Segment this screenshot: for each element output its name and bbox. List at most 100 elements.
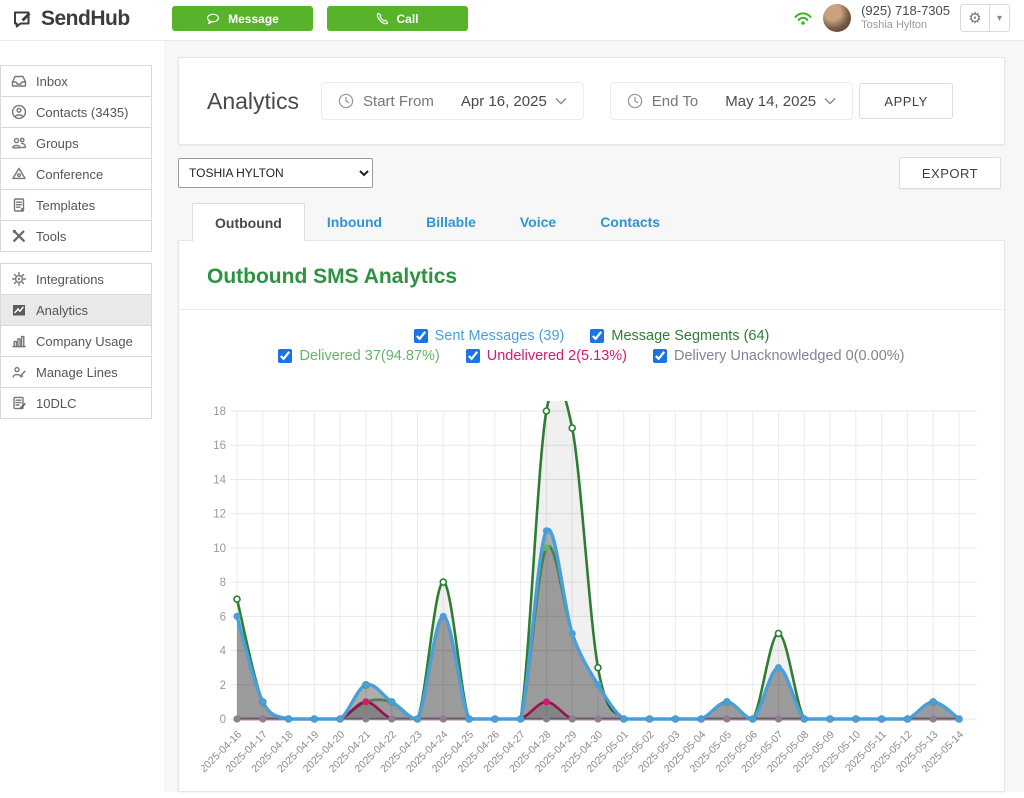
sidebar-item-analytics[interactable]: Analytics <box>0 294 152 326</box>
chat-bubble-icon <box>206 13 221 25</box>
company-usage-icon <box>11 333 27 349</box>
sidebar-item-label: Tools <box>36 229 66 244</box>
settings-split-button: ⚙ ▾ <box>960 4 1010 32</box>
sidebar-item-contacts-3435[interactable]: Contacts (3435) <box>0 96 152 128</box>
brand-name: SendHub <box>41 7 130 31</box>
user-avatar[interactable] <box>823 4 851 32</box>
sidebar-item-label: 10DLC <box>36 396 76 411</box>
chart-legend: Sent Messages (39) Message Segments (64) D… <box>179 328 1004 364</box>
tab-voice[interactable]: Voice <box>498 203 578 241</box>
sidebar-item-label: Conference <box>36 167 103 182</box>
sidebar-item-integrations[interactable]: Integrations <box>0 263 152 295</box>
export-button[interactable]: EXPORT <box>899 157 1001 189</box>
sidebar-item-10dlc[interactable]: 10DLC <box>0 387 152 419</box>
analytics-tabs: OutboundInboundBillableVoiceContacts <box>192 203 682 241</box>
chevron-down-icon <box>555 97 567 105</box>
y-axis-tick-label: 6 <box>220 611 226 623</box>
end-date-label: End To <box>652 93 698 110</box>
y-axis-tick-label: 10 <box>213 543 226 555</box>
account-phone-number: (925) 718-7305 <box>861 4 950 19</box>
tab-billable[interactable]: Billable <box>404 203 498 241</box>
y-axis-tick-label: 8 <box>220 577 226 589</box>
section-title: Outbound SMS Analytics <box>179 241 1004 309</box>
start-date-value[interactable]: Apr 16, 2025 <box>461 93 567 110</box>
start-date-label: Start From <box>363 93 434 110</box>
outbound-analytics-card: Outbound SMS Analytics Sent Messages (39… <box>178 240 1005 792</box>
account-user-name: Toshia Hylton <box>861 19 950 32</box>
integrations-icon <box>11 271 27 287</box>
sidebar: Inbox Contacts (3435) Groups Conference Temp… <box>0 66 152 431</box>
analytics-icon <box>11 302 27 318</box>
start-date-picker[interactable]: Start From Apr 16, 2025 <box>321 82 584 120</box>
legend-checkbox[interactable] <box>653 349 667 363</box>
legend-label: Delivered 37(94.87%) <box>299 348 439 364</box>
legend-label: Sent Messages (39) <box>435 328 565 344</box>
legend-label: Delivery Unacknowledged 0(0.00%) <box>674 348 905 364</box>
conference-icon <box>11 166 27 182</box>
message-button-label: Message <box>228 12 279 26</box>
chart-container: 0246810121416182025-04-162025-04-172025-… <box>201 401 991 798</box>
legend-label: Message Segments (64) <box>611 328 769 344</box>
templates-icon <box>11 197 27 213</box>
section-divider <box>179 309 1004 310</box>
wifi-signal-icon <box>793 10 813 26</box>
sendhub-logo-icon <box>12 8 34 30</box>
inbox-icon <box>11 73 27 89</box>
sidebar-item-label: Manage Lines <box>36 365 118 380</box>
sidebar-item-manage-lines[interactable]: Manage Lines <box>0 356 152 388</box>
sidebar-item-inbox[interactable]: Inbox <box>0 65 152 97</box>
legend-item-sent[interactable]: Sent Messages (39) <box>414 328 565 344</box>
y-axis-tick-label: 2 <box>220 680 226 692</box>
clock-icon <box>627 93 643 109</box>
end-date-value[interactable]: May 14, 2025 <box>725 93 836 110</box>
tab-inbound[interactable]: Inbound <box>305 203 404 241</box>
sidebar-item-label: Company Usage <box>36 334 133 349</box>
tab-outbound[interactable]: Outbound <box>192 203 305 242</box>
legend-checkbox[interactable] <box>466 349 480 363</box>
legend-item-delivery[interactable]: Delivery Unacknowledged 0(0.00%) <box>653 348 905 364</box>
sidebar-item-label: Groups <box>36 136 79 151</box>
message-button[interactable]: Message <box>172 6 313 31</box>
sidebar-item-groups[interactable]: Groups <box>0 127 152 159</box>
gear-icon[interactable]: ⚙ <box>961 5 989 31</box>
sidebar-item-label: Inbox <box>36 74 68 89</box>
groups-icon <box>11 135 27 151</box>
clock-icon <box>338 93 354 109</box>
legend-item-message[interactable]: Message Segments (64) <box>590 328 769 344</box>
sidebar-item-conference[interactable]: Conference <box>0 158 152 190</box>
chevron-down-icon <box>824 97 836 105</box>
legend-checkbox[interactable] <box>414 329 428 343</box>
tab-contacts[interactable]: Contacts <box>578 203 682 241</box>
legend-item-delivered[interactable]: Delivered 37(94.87%) <box>278 348 439 364</box>
sidebar-item-label: Analytics <box>36 303 88 318</box>
sendhub-logo[interactable]: SendHub <box>12 7 130 31</box>
legend-label: Undelivered 2(5.13%) <box>487 348 627 364</box>
end-date-picker[interactable]: End To May 14, 2025 <box>610 82 853 120</box>
call-button-label: Call <box>396 12 418 26</box>
apply-button[interactable]: APPLY <box>859 83 953 119</box>
y-axis-tick-label: 0 <box>220 714 226 726</box>
call-button[interactable]: Call <box>327 6 468 31</box>
sidebar-item-templates[interactable]: Templates <box>0 189 152 221</box>
sidebar-item-label: Integrations <box>36 272 104 287</box>
legend-item-undelivered[interactable]: Undelivered 2(5.13%) <box>466 348 627 364</box>
contact-icon <box>11 104 27 120</box>
y-axis-tick-label: 18 <box>213 406 226 418</box>
manage-lines-icon <box>11 364 27 380</box>
phone-icon <box>376 12 389 25</box>
sidebar-item-tools[interactable]: Tools <box>0 220 152 252</box>
outbound-analytics-chart[interactable]: 0246810121416182025-04-162025-04-172025-… <box>201 401 991 793</box>
settings-caret-icon[interactable]: ▾ <box>989 5 1009 31</box>
sidebar-item-label: Templates <box>36 198 95 213</box>
legend-checkbox[interactable] <box>278 349 292 363</box>
sidebar-item-company-usage[interactable]: Company Usage <box>0 325 152 357</box>
line-select[interactable]: TOSHIA HYLTON <box>178 158 373 188</box>
page-title: Analytics <box>207 88 299 115</box>
tendlc-icon <box>11 395 27 411</box>
y-axis-tick-label: 4 <box>220 646 227 658</box>
analytics-filter-card: Analytics Start From Apr 16, 2025 End To… <box>178 57 1005 145</box>
account-info: (925) 718-7305 Toshia Hylton <box>861 4 950 32</box>
legend-checkbox[interactable] <box>590 329 604 343</box>
sidebar-item-label: Contacts (3435) <box>36 105 129 120</box>
top-header: SendHub Message Call (925) 718-7305 Tosh… <box>0 0 1024 41</box>
